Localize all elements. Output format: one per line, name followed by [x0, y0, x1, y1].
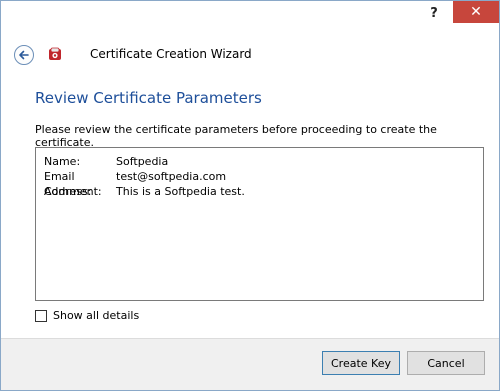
detail-row-name: Name: Softpedia [44, 154, 475, 169]
detail-value: test@softpedia.com [116, 170, 227, 183]
back-arrow-icon [19, 50, 29, 60]
instruction-text: Please review the certificate parameters… [35, 123, 437, 149]
detail-row-email: Email Address: test@softpedia.com [44, 169, 475, 198]
close-icon: ✕ [470, 4, 482, 20]
back-button[interactable] [14, 45, 34, 65]
certificate-details-box[interactable]: Name: Softpedia Email Address: test@soft… [35, 147, 484, 301]
wizard-footer: Create Key Cancel [1, 338, 499, 390]
show-all-details-option[interactable]: Show all details [35, 309, 139, 322]
show-all-details-checkbox[interactable] [35, 309, 47, 322]
detail-row-comment: Comment: This is a Softpedia test. [44, 184, 475, 199]
page-heading: Review Certificate Parameters [35, 89, 262, 107]
detail-label: Name: [44, 155, 81, 168]
cancel-button[interactable]: Cancel [407, 351, 485, 375]
detail-label: Comment: [44, 185, 102, 198]
create-key-button[interactable]: Create Key [322, 351, 400, 375]
wizard-content: Review Certificate Parameters Please rev… [21, 79, 497, 339]
detail-value: Softpedia [116, 155, 169, 168]
certificate-app-icon [47, 46, 63, 62]
detail-label: Email Address: [44, 170, 92, 198]
wizard-header: Certificate Creation Wizard [1, 31, 499, 73]
wizard-title: Certificate Creation Wizard [90, 47, 252, 61]
show-all-details-label: Show all details [53, 309, 140, 322]
title-bar: ? ✕ [1, 1, 499, 31]
close-button[interactable]: ✕ [453, 1, 499, 23]
wizard-window: ? ✕ Certificate Creation Wizard Review C… [0, 0, 500, 391]
detail-value: This is a Softpedia test. [116, 185, 245, 198]
help-button[interactable]: ? [417, 1, 451, 25]
